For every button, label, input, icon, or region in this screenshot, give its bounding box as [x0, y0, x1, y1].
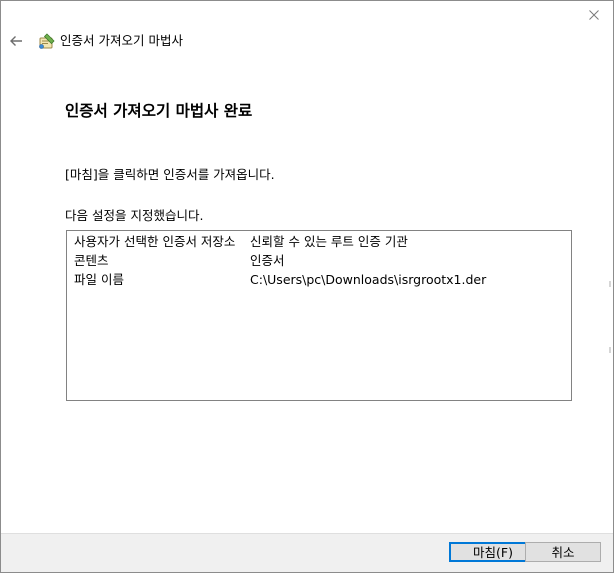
- settings-value: C:\Users\pc\Downloads\isrgrootx1.der: [250, 272, 487, 287]
- settings-row-filename: 파일 이름 C:\Users\pc\Downloads\isrgrootx1.d…: [67, 270, 571, 289]
- settings-row-content: 콘텐츠 인증서: [67, 251, 571, 270]
- settings-row-store: 사용자가 선택한 인증서 저장소 신뢰할 수 있는 루트 인증 기관: [67, 232, 571, 251]
- page-heading: 인증서 가져오기 마법사 완료: [65, 102, 253, 120]
- settings-key: 콘텐츠: [74, 253, 109, 268]
- wizard-title: 인증서 가져오기 마법사: [60, 33, 183, 48]
- close-button[interactable]: [583, 5, 605, 25]
- close-icon: [589, 10, 599, 20]
- settings-key: 파일 이름: [74, 272, 124, 287]
- back-arrow-icon: [10, 36, 22, 46]
- certificate-wizard-icon: [39, 33, 55, 49]
- settings-value: 인증서: [250, 253, 285, 268]
- resize-edge-mark: [609, 347, 611, 353]
- settings-label: 다음 설정을 지정했습니다.: [65, 208, 204, 223]
- finish-button[interactable]: 마침(F): [449, 542, 537, 562]
- settings-list[interactable]: 사용자가 선택한 인증서 저장소 신뢰할 수 있는 루트 인증 기관 콘텐츠 인…: [66, 230, 572, 401]
- resize-edge-mark: [609, 281, 611, 287]
- back-button[interactable]: [7, 33, 25, 49]
- cancel-button[interactable]: 취소: [525, 542, 601, 562]
- settings-key: 사용자가 선택한 인증서 저장소: [74, 234, 236, 249]
- settings-value: 신뢰할 수 있는 루트 인증 기관: [250, 234, 408, 249]
- instruction-text: [마침]을 클릭하면 인증서를 가져옵니다.: [65, 167, 275, 182]
- wizard-window: 인증서 가져오기 마법사 인증서 가져오기 마법사 완료 [마침]을 클릭하면 …: [0, 0, 614, 573]
